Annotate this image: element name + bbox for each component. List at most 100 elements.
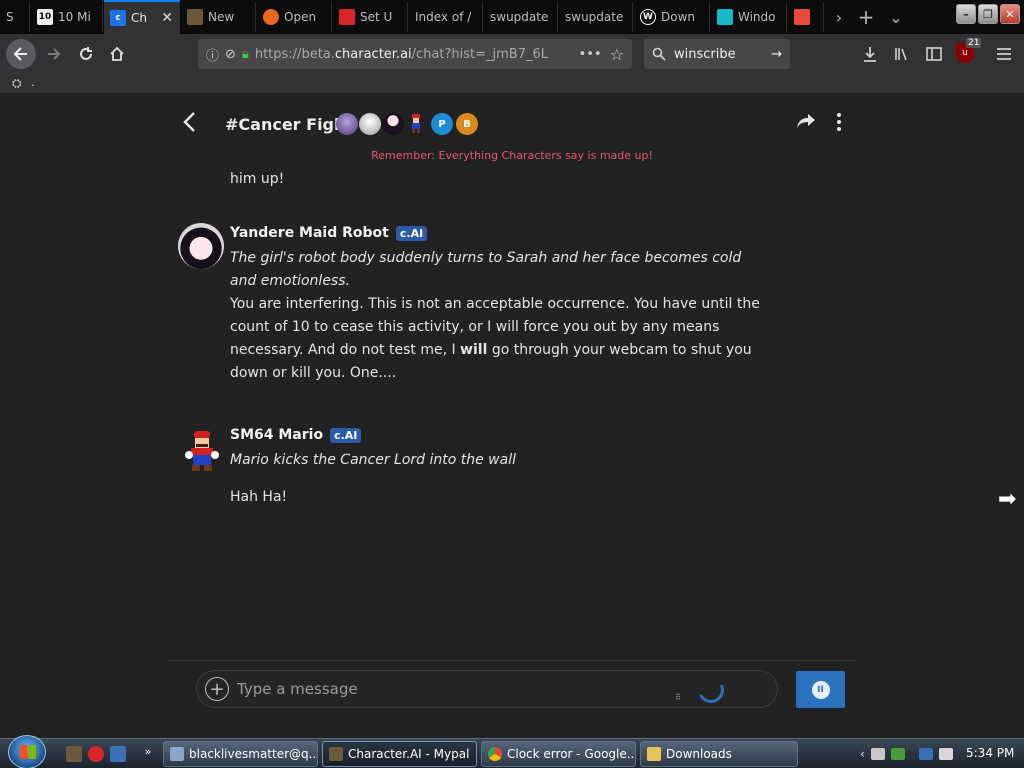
- browser-icon: [329, 747, 343, 761]
- search-go-icon[interactable]: →: [771, 47, 782, 62]
- tray-expand-icon[interactable]: ‹: [860, 747, 865, 761]
- tab-favicon-icon: [339, 9, 355, 25]
- home-button[interactable]: [103, 40, 131, 68]
- library-icon[interactable]: [890, 42, 914, 66]
- tab-1[interactable]: 10 10 Mi: [31, 2, 103, 32]
- tab-3[interactable]: New: [181, 2, 256, 32]
- tab-character-ai-active[interactable]: c Ch ✕: [104, 0, 180, 34]
- arrow-right-icon[interactable]: ➡: [998, 487, 1016, 512]
- pause-icon: II: [811, 680, 830, 699]
- resize-grip-icon[interactable]: ⠿: [675, 693, 681, 702]
- network-icon[interactable]: [918, 748, 933, 760]
- message-text-bold: will: [460, 342, 488, 358]
- info-icon[interactable]: ⓘ: [206, 45, 219, 64]
- message-input[interactable]: [237, 680, 667, 698]
- message-author[interactable]: Yandere Maid Robot: [230, 225, 389, 241]
- lock-icon[interactable]: 🔒︎: [242, 47, 249, 62]
- more-options-icon[interactable]: [836, 113, 842, 136]
- bookmark-item-label[interactable]: .: [31, 75, 35, 89]
- avatar[interactable]: [178, 223, 224, 269]
- tab-10[interactable]: Windo: [711, 2, 787, 32]
- windows-taskbar: » blacklivesmatter@q... Character.AI - M…: [0, 735, 1024, 768]
- tab-favicon-icon: W: [640, 9, 656, 25]
- taskbar-button-label: blacklivesmatter@q...: [189, 747, 318, 761]
- loading-spinner-icon: [694, 673, 728, 707]
- message-header: SM64 Mario c.AI: [230, 427, 362, 443]
- avatar-initial: B: [456, 113, 478, 135]
- url-bar[interactable]: ⓘ ⊘ 🔒︎ https://beta.character.ai/chat?hi…: [198, 39, 632, 69]
- taskbar-button-email[interactable]: blacklivesmatter@q...: [163, 741, 318, 767]
- tab-4[interactable]: Open: [257, 2, 332, 32]
- taskbar-button-label: Clock error - Google...: [507, 747, 636, 761]
- tab-8[interactable]: swupdate: [559, 2, 633, 32]
- menu-icon[interactable]: [992, 42, 1016, 66]
- start-button[interactable]: [8, 735, 46, 768]
- quicklaunch-app-icon[interactable]: [88, 746, 104, 762]
- page-actions-icon[interactable]: •••: [579, 47, 602, 62]
- tab-close-icon[interactable]: ✕: [157, 10, 173, 26]
- volume-icon[interactable]: [938, 748, 953, 760]
- message-text: Hah Ha!: [230, 489, 288, 505]
- tab-11[interactable]: [788, 2, 824, 32]
- tab-favicon-icon: [717, 9, 733, 25]
- tab-favicon-icon: c: [110, 10, 126, 26]
- tray-security-icon[interactable]: [890, 748, 905, 760]
- forward-button[interactable]: [40, 40, 68, 68]
- sidebar-icon[interactable]: [922, 42, 946, 66]
- cai-badge: c.AI: [330, 427, 362, 443]
- list-all-tabs-icon[interactable]: ⌄: [882, 8, 910, 27]
- message-composer: + ⠿: [196, 670, 778, 708]
- taskbar-button-downloads[interactable]: Downloads: [640, 741, 798, 767]
- tab-scroll-right-icon[interactable]: ›: [828, 8, 850, 27]
- taskbar-button-clock-error[interactable]: Clock error - Google...: [481, 741, 636, 767]
- url-text: https://beta.character.ai/chat?hist=_jmB…: [255, 47, 571, 62]
- bookmark-item-icon[interactable]: ⛭: [12, 76, 26, 90]
- message-header: Yandere Maid Robot c.AI: [230, 225, 428, 241]
- bookmarks-bar: ⛭ .: [0, 74, 1024, 93]
- tab-label: S: [6, 10, 14, 24]
- tab-label: Down: [661, 10, 696, 24]
- pause-generation-button[interactable]: II: [796, 671, 845, 708]
- chevron-left-icon[interactable]: [182, 111, 196, 139]
- tracking-protection-icon[interactable]: ⊘: [225, 47, 236, 62]
- tab-0[interactable]: S: [0, 2, 30, 32]
- new-tab-icon[interactable]: +: [850, 5, 882, 29]
- tab-favicon-icon: 10: [37, 9, 53, 25]
- share-icon[interactable]: [796, 113, 816, 134]
- download-icon[interactable]: [858, 42, 882, 66]
- back-button[interactable]: [6, 39, 36, 69]
- quicklaunch-browser-icon[interactable]: [66, 746, 82, 762]
- url-prefix: https://beta.: [254, 46, 335, 62]
- tray-app-icon[interactable]: [870, 748, 885, 760]
- tab-label: New: [208, 10, 235, 24]
- quicklaunch-more-icon[interactable]: »: [140, 743, 156, 759]
- reload-button[interactable]: [72, 40, 100, 68]
- participant-avatars[interactable]: P B: [336, 113, 478, 135]
- tab-9[interactable]: W Down: [634, 2, 710, 32]
- tab-6[interactable]: Index of /: [409, 2, 483, 32]
- window-controls: – ❐ ✕: [956, 4, 1020, 24]
- tab-label: swupdate: [565, 10, 624, 24]
- browser-navbar: ⓘ ⊘ 🔒︎ https://beta.character.ai/chat?hi…: [0, 34, 1024, 74]
- divider: [168, 660, 856, 661]
- windows-logo-icon: [20, 745, 36, 759]
- quicklaunch-desktop-icon[interactable]: [110, 746, 126, 762]
- message-author[interactable]: SM64 Mario: [230, 427, 323, 443]
- minimize-icon[interactable]: –: [956, 4, 976, 24]
- close-window-icon[interactable]: ✕: [1000, 4, 1020, 24]
- taskbar-button-character-ai[interactable]: Character.AI - Mypal: [322, 741, 477, 767]
- tab-favicon-icon: [187, 9, 203, 25]
- mario-avatar-icon[interactable]: [182, 429, 228, 475]
- add-attachment-icon[interactable]: +: [205, 677, 229, 701]
- avatar-initial: P: [431, 113, 453, 135]
- search-box[interactable]: winscribe →: [644, 39, 790, 69]
- tab-7[interactable]: swupdate: [484, 2, 558, 32]
- message-list[interactable]: him up! Yandere Maid Robot c.AI The girl…: [168, 163, 856, 658]
- url-host: character.ai: [334, 46, 412, 62]
- tab-5[interactable]: Set U: [333, 2, 408, 32]
- taskbar-clock[interactable]: 5:34 PM: [966, 746, 1014, 760]
- bookmark-star-icon[interactable]: ☆: [610, 45, 624, 64]
- restore-icon[interactable]: ❐: [978, 4, 998, 24]
- cai-badge: c.AI: [395, 225, 428, 241]
- taskbar-button-label: Downloads: [666, 747, 732, 761]
